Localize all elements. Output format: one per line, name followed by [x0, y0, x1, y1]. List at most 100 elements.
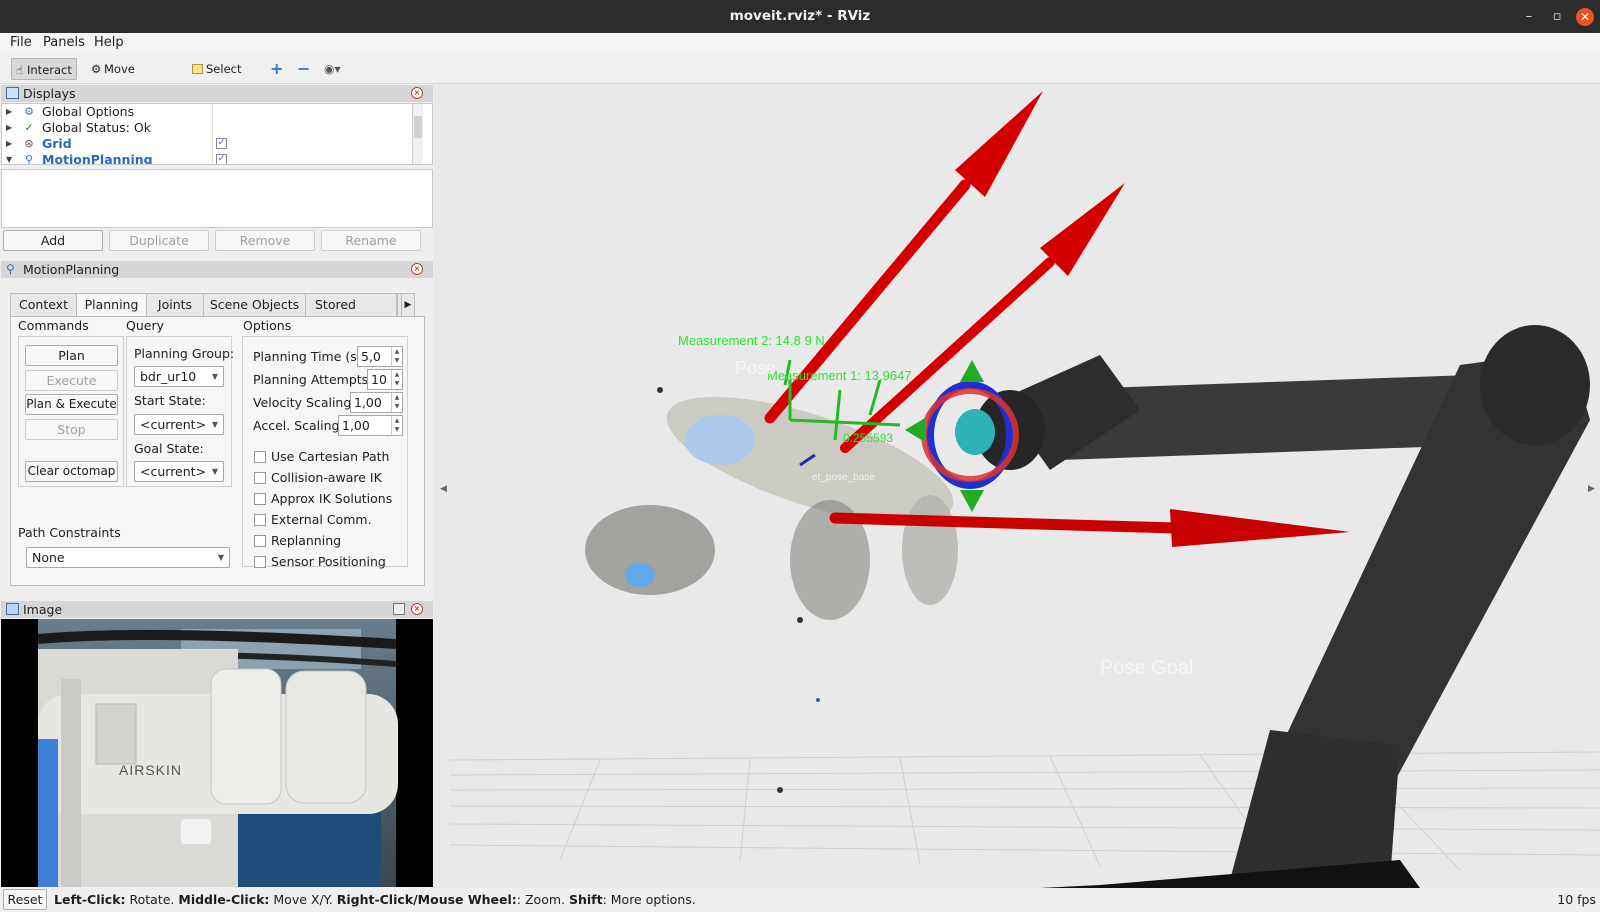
spin-arrows-icon[interactable]: ▲ ▼	[391, 370, 402, 389]
duplicate-button[interactable]: Duplicate	[109, 230, 209, 251]
tab-scroll-right-icon[interactable]: ▶	[401, 293, 415, 317]
stop-button[interactable]: Stop	[25, 419, 118, 440]
planning-time-input[interactable]: 5,0 ▲ ▼	[357, 346, 403, 367]
menu-help[interactable]: Help	[94, 35, 124, 50]
3d-viewport[interactable]: Measurement 2: 14.8 9 N Measurement 1: 1…	[434, 84, 1600, 888]
replanning-checkbox[interactable]	[254, 535, 266, 547]
accel-scaling-input[interactable]: 1,00 ▲ ▼	[338, 415, 403, 436]
image-icon	[6, 603, 19, 615]
approx-ik-checkbox[interactable]	[254, 493, 266, 505]
move-camera-tool[interactable]: ⚙Move Camera	[87, 58, 179, 98]
execute-button[interactable]: Execute	[25, 370, 118, 391]
menu-file[interactable]: File	[10, 35, 32, 50]
image-close-icon[interactable]: ×	[411, 603, 423, 615]
hint-right-click: Right-Click/Mouse Wheel:	[336, 892, 517, 907]
hint-text: Move X/Y.	[269, 892, 337, 907]
toolbar: ☝Interact ⚙Move Camera Select + − ◉▾	[0, 54, 1600, 98]
dropdown-arrow-icon: ▼	[211, 372, 218, 381]
hint-shift: Shift	[568, 892, 603, 907]
monitor-icon	[6, 87, 19, 99]
motion-planning-close-icon[interactable]: ×	[411, 263, 423, 275]
spin-arrows-icon[interactable]: ▲ ▼	[391, 347, 402, 366]
remove-tool-icon[interactable]: −	[293, 58, 311, 80]
displays-header: Displays ×	[1, 85, 433, 102]
goal-state-label: Goal State:	[134, 441, 204, 456]
right-splitter-arrow-icon[interactable]: ▶	[1588, 484, 1595, 494]
planning-attempts-value: 10	[371, 372, 387, 387]
sensor-positioning-label: Sensor Positioning	[271, 554, 386, 569]
scene-canvas[interactable]: Measurement 2: 14.8 9 N Measurement 1: 1…	[434, 84, 1600, 888]
plan-execute-button[interactable]: Plan & Execute	[25, 394, 118, 415]
motion-planning-visibility-checkbox[interactable]: ✓	[216, 154, 227, 164]
start-state-select[interactable]: <current> ▼	[134, 414, 224, 435]
measurement-2-label: Measurement 2: 14.8 9 N	[678, 333, 825, 348]
status-help-text: Left-Click: Rotate. Middle-Click: Move X…	[54, 888, 696, 912]
start-state-value: <current>	[140, 417, 207, 432]
select-tool[interactable]: Select	[188, 58, 244, 80]
planning-group-label: Planning Group:	[134, 346, 235, 361]
remove-button[interactable]: Remove	[215, 230, 315, 251]
interact-label: Interact	[27, 63, 72, 77]
plan-button[interactable]: Plan	[25, 345, 118, 366]
expand-arrow-icon[interactable]: ▶	[6, 120, 12, 136]
camera-icon: ⚙	[91, 62, 102, 76]
expand-arrow-icon[interactable]: ▶	[6, 136, 12, 152]
path-constraints-title: Path Constraints	[18, 525, 121, 540]
sensor-positioning-checkbox[interactable]	[254, 556, 266, 568]
external-comm-checkbox[interactable]	[254, 514, 266, 526]
undock-icon[interactable]	[393, 603, 405, 615]
close-button[interactable]: ✕	[1576, 8, 1594, 26]
rename-button[interactable]: Rename	[321, 230, 421, 251]
spin-arrows-icon[interactable]: ▲ ▼	[391, 393, 402, 412]
use-cartesian-path-label: Use Cartesian Path	[271, 449, 390, 464]
dropdown-arrow-icon: ▼	[211, 420, 218, 429]
interact-tool[interactable]: ☝ Interact	[11, 58, 77, 80]
path-constraints-select[interactable]: None ▼	[26, 547, 230, 568]
replanning-label: Replanning	[271, 533, 342, 548]
tab-context[interactable]: Context	[10, 293, 77, 317]
options-title: Options	[243, 318, 292, 333]
goal-state-select[interactable]: <current> ▼	[134, 461, 224, 482]
planning-attempts-input[interactable]: 10 ▲ ▼	[367, 369, 403, 390]
add-button[interactable]: Add	[3, 230, 103, 251]
collision-aware-ik-checkbox[interactable]	[254, 472, 266, 484]
display-description-area	[1, 169, 433, 228]
tab-joints[interactable]: Joints	[146, 293, 204, 317]
select-label: Select	[206, 62, 242, 76]
collapse-arrow-icon[interactable]: ▼	[6, 152, 12, 164]
menu-bar: File Panels Help	[0, 33, 1600, 54]
add-tool-icon[interactable]: +	[266, 58, 284, 80]
tree-item-label: Grid	[42, 136, 72, 151]
use-cartesian-path-checkbox[interactable]	[254, 451, 266, 463]
maximize-button[interactable]: ▫	[1548, 8, 1566, 26]
camera-image: AIRSKIN	[37, 619, 398, 889]
minimize-button[interactable]: –	[1520, 8, 1538, 26]
velocity-scaling-label: Velocity Scaling:	[253, 395, 356, 410]
planning-attempts-label: Planning Attempts:	[253, 372, 373, 387]
spin-arrows-icon[interactable]: ▲ ▼	[391, 416, 402, 435]
tree-item-label: Global Status: Ok	[42, 120, 151, 135]
motion-planning-icon: ⚲	[6, 262, 15, 276]
left-splitter-arrow-icon[interactable]: ◀	[440, 484, 447, 494]
scrollbar-thumb[interactable]	[414, 116, 422, 138]
tab-scene-objects[interactable]: Scene Objects	[203, 293, 306, 317]
expand-arrow-icon[interactable]: ▶	[6, 104, 12, 120]
displays-close-icon[interactable]: ×	[411, 87, 423, 99]
status-bar: Reset Left-Click: Rotate. Middle-Click: …	[0, 888, 1600, 912]
hint-text: : More options.	[602, 892, 696, 907]
tab-planning[interactable]: Planning	[76, 293, 147, 318]
reset-button[interactable]: Reset	[3, 889, 47, 910]
tree-item-label: Global Options	[42, 104, 135, 119]
tree-scrollbar[interactable]	[412, 104, 423, 164]
measurement-1-label: Measurement 1: 13.9647	[767, 368, 912, 383]
image-title: Image	[23, 602, 63, 617]
planning-group-value: bdr_ur10	[140, 369, 197, 384]
pose-label: Pose	[735, 358, 776, 378]
clear-octomap-button[interactable]: Clear octomap	[25, 461, 118, 482]
velocity-scaling-input[interactable]: 1,00 ▲ ▼	[350, 392, 403, 413]
tab-stored-scenes[interactable]: Stored Scene	[305, 293, 397, 317]
eye-icon[interactable]: ◉▾	[320, 58, 342, 80]
grid-visibility-checkbox[interactable]: ✓	[216, 138, 227, 149]
planning-group-select[interactable]: bdr_ur10 ▼	[134, 366, 224, 387]
menu-panels[interactable]: Panels	[43, 35, 85, 50]
